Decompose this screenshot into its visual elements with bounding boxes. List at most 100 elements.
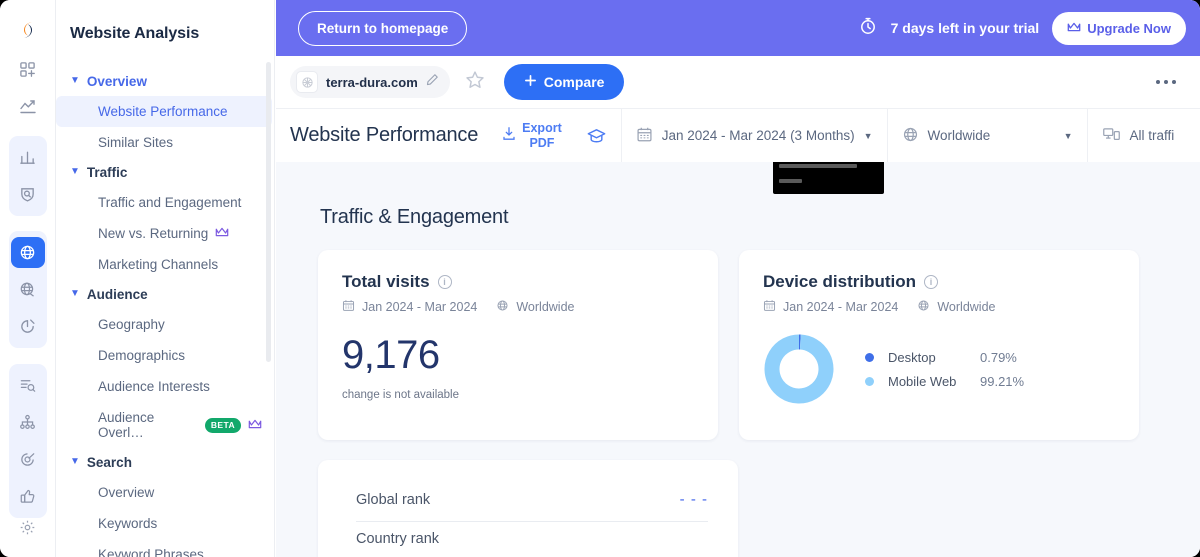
calendar-icon — [763, 299, 776, 315]
sidebar-group-audience[interactable]: ▼ Audience — [56, 280, 274, 309]
pencil-edit-icon[interactable] — [426, 73, 439, 91]
sidebar-group-traffic[interactable]: ▼Traffic — [56, 158, 274, 187]
sidebar: Website Analysis ▼ Overview Website Perfor… — [56, 0, 275, 557]
geo-filter[interactable]: Worldwide ▼ — [887, 109, 1087, 162]
legend-color-dot — [865, 377, 874, 386]
global-rank-value: - - - — [680, 491, 708, 508]
sidebar-item-geography[interactable]: Geography — [56, 309, 272, 340]
app-logo-icon[interactable] — [13, 19, 43, 41]
gear-icon[interactable] — [11, 518, 45, 537]
sidebar-item-traffic-and-engagement[interactable]: Traffic and Engagement — [56, 187, 272, 218]
sidebar-group-label: Audience — [87, 287, 148, 302]
upgrade-now-button[interactable]: Upgrade Now — [1052, 12, 1186, 45]
floating-tooltip — [773, 162, 884, 194]
download-pdf-icon — [502, 126, 516, 146]
legend-value: 0.79% — [980, 350, 1017, 365]
device-distribution-body: Desktop0.79%Mobile Web99.21% — [763, 333, 1115, 405]
sidebar-item-audience-overl[interactable]: Audience Overl… BETA — [56, 402, 272, 448]
list-search-icon[interactable] — [11, 370, 45, 401]
calendar-icon — [342, 299, 355, 315]
sidebar-item-label: Keyword Phrases — [98, 547, 204, 557]
sidebar-item-demographics[interactable]: Demographics — [56, 340, 272, 371]
legend-label: Mobile Web — [888, 374, 966, 389]
globe-icon[interactable] — [11, 237, 45, 268]
beta-badge: BETA — [205, 418, 241, 433]
main-pane: Return to homepage 7 days left in your t… — [276, 0, 1200, 557]
more-options-icon[interactable] — [1148, 72, 1184, 92]
sidebar-item-label: Website Performance — [98, 104, 228, 119]
total-visits-date-range: Jan 2024 - Mar 2024 — [362, 300, 477, 314]
chevron-down-icon: ▼ — [70, 457, 80, 467]
country-rank-label: Country rank — [356, 531, 439, 547]
geo-value: Worldwide — [928, 128, 991, 143]
return-to-homepage-button[interactable]: Return to homepage — [298, 11, 467, 46]
globe-analytics-icon[interactable] — [11, 274, 45, 305]
search-shield-icon[interactable] — [11, 179, 45, 210]
site-favicon-icon — [296, 71, 318, 93]
sidebar-group-search[interactable]: ▼Search — [56, 448, 274, 477]
export-pdf-label: Export PDF — [522, 121, 562, 150]
calendar-icon — [636, 126, 653, 146]
chevron-down-icon: ▼ — [70, 76, 80, 86]
network-icon[interactable] — [11, 407, 45, 438]
device-distribution-card: Device distribution i Jan 2024 - Mar 202… — [739, 250, 1139, 440]
trend-chart-icon[interactable] — [11, 91, 45, 122]
date-range-value: Jan 2024 - Mar 2024 (3 Months) — [662, 128, 855, 143]
bar-chart-icon[interactable] — [11, 142, 45, 173]
devices-icon — [1102, 126, 1121, 146]
sidebar-group-label: Traffic — [87, 165, 128, 180]
sidebar-item-keywords[interactable]: Keywords — [56, 508, 272, 539]
sidebar-item-keyword-phrases[interactable]: Keyword Phrases — [56, 539, 272, 557]
thumbs-up-icon[interactable] — [11, 481, 45, 512]
date-range-filter[interactable]: Jan 2024 - Mar 2024 (3 Months) ▼ — [621, 109, 887, 162]
sidebar-item-label: New vs. Returning — [98, 226, 208, 241]
app-window: Website Analysis ▼ Overview Website Perfor… — [0, 0, 1200, 557]
trial-banner-right: 7 days left in your trial Upgrade Now — [858, 12, 1186, 45]
info-icon[interactable]: i — [438, 275, 452, 289]
chevron-down-icon: ▼ — [70, 289, 80, 299]
sidebar-item-new-vs-returning[interactable]: New vs. Returning — [56, 218, 272, 249]
sidebar-item-label: Audience Interests — [98, 379, 210, 394]
sidebar-group-label: Overview — [87, 74, 147, 89]
sidebar-item-label: Geography — [98, 317, 165, 332]
pie-chart-icon[interactable] — [11, 311, 45, 342]
sidebar-group-overview[interactable]: ▼ Overview — [56, 67, 274, 96]
total-visits-title: Total visits — [342, 272, 430, 292]
sidebar-scrollbar[interactable] — [266, 62, 271, 362]
device-distribution-subtitle: Jan 2024 - Mar 2024 Worldwide — [763, 299, 1115, 315]
star-favorite-icon[interactable] — [464, 69, 486, 96]
globe-icon — [902, 126, 919, 146]
sidebar-item-audience-interests[interactable]: Audience Interests — [56, 371, 272, 402]
target-cursor-icon[interactable] — [11, 444, 45, 475]
total-visits-change: change is not available — [342, 389, 694, 401]
donut-slice — [772, 342, 826, 396]
domain-bar: terra-dura.com Compare — [276, 56, 1200, 108]
sidebar-item-website-performance[interactable]: Website Performance — [56, 96, 272, 127]
icon-rail — [0, 0, 56, 557]
sidebar-nav: ▼ Overview Website Performance Similar Site… — [56, 67, 274, 557]
rail-group-top — [9, 48, 47, 128]
sidebar-title: Website Analysis — [56, 0, 274, 43]
traffic-type-filter[interactable]: All traffi — [1087, 109, 1189, 162]
info-icon[interactable]: i — [924, 275, 938, 289]
sidebar-item-label: Audience Overl… — [98, 410, 198, 440]
rank-card: Global rank - - - Country rank — [318, 460, 738, 557]
crown-icon — [248, 418, 262, 433]
sidebar-item-similar-sites[interactable]: Similar Sites — [56, 127, 272, 158]
crown-icon — [1067, 21, 1081, 36]
domain-name: terra-dura.com — [326, 75, 418, 90]
legend-label: Desktop — [888, 350, 966, 365]
graduation-cap-icon[interactable] — [572, 109, 621, 162]
sidebar-item-overview[interactable]: Overview — [56, 477, 272, 508]
total-visits-header: Total visits i — [342, 272, 694, 292]
chevron-down-icon: ▼ — [1064, 131, 1073, 141]
compare-button[interactable]: Compare — [504, 64, 625, 100]
export-pdf-button[interactable]: Export PDF — [492, 109, 572, 162]
sidebar-item-marketing-channels[interactable]: Marketing Channels — [56, 249, 272, 280]
report-content: Traffic & Engagement Total visits i — [276, 162, 1200, 557]
add-widget-icon[interactable] — [11, 54, 45, 85]
page-title: Website Performance — [276, 109, 492, 162]
sidebar-item-label: Overview — [98, 485, 154, 500]
domain-chip[interactable]: terra-dura.com — [290, 66, 450, 98]
compare-label: Compare — [544, 74, 605, 90]
